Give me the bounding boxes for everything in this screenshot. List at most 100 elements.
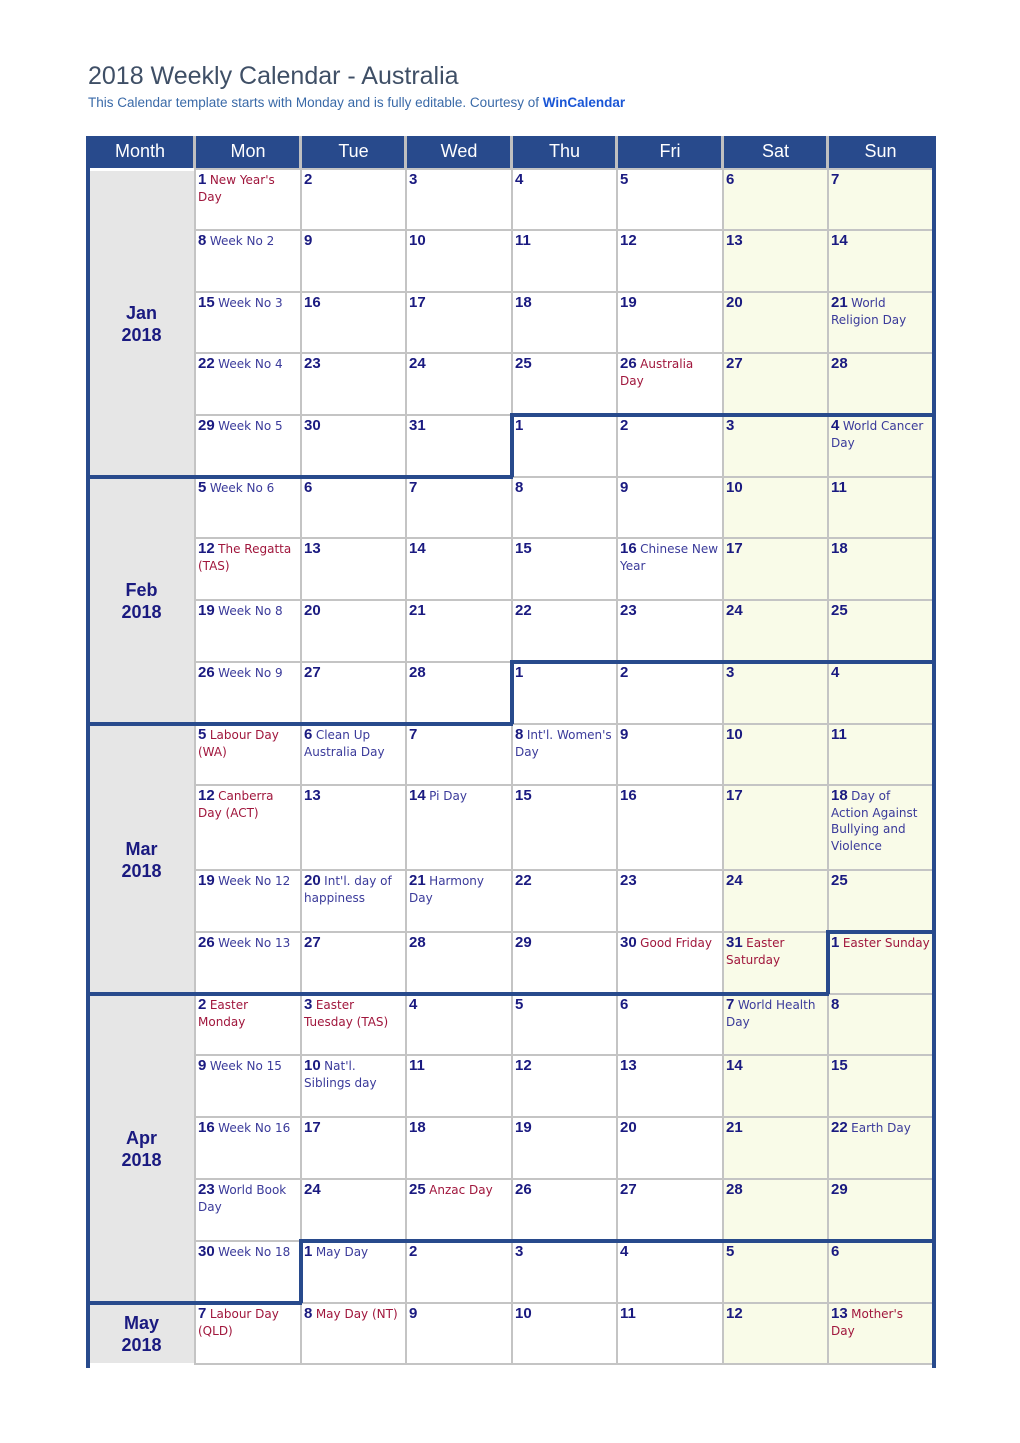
day-cell-fri[interactable]: 26 Australia Day [616, 352, 724, 416]
day-cell-sun[interactable]: 25 [827, 599, 934, 663]
day-cell-mon[interactable]: 19 Week No 8 [194, 599, 302, 663]
day-cell-tue[interactable]: 8 May Day (NT) [300, 1302, 407, 1365]
day-cell-tue[interactable]: 16 [300, 291, 407, 354]
day-cell-thu[interactable]: 26 [511, 1178, 618, 1242]
day-cell-tue[interactable]: 9 [300, 229, 407, 293]
day-cell-sat[interactable]: 10 [722, 476, 829, 539]
day-cell-fri[interactable]: 5 [616, 168, 724, 231]
day-cell-tue[interactable]: 6 Clean Up Australia Day [300, 723, 407, 786]
day-cell-fri[interactable]: 16 [616, 784, 724, 871]
day-cell-tue[interactable]: 27 [300, 931, 407, 995]
day-cell-sat[interactable]: 7 World Health Day [722, 993, 829, 1056]
day-cell-sat[interactable]: 27 [722, 352, 829, 416]
day-cell-thu[interactable]: 8 Int'l. Women's Day [511, 723, 618, 786]
day-cell-sat[interactable]: 10 [722, 723, 829, 786]
day-cell-thu[interactable]: 1 [511, 661, 618, 725]
day-cell-thu[interactable]: 25 [511, 352, 618, 416]
day-cell-mon[interactable]: 23 World Book Day [194, 1178, 302, 1242]
day-cell-fri[interactable]: 27 [616, 1178, 724, 1242]
day-cell-mon[interactable]: 9 Week No 15 [194, 1054, 302, 1118]
day-cell-sun[interactable]: 11 [827, 476, 934, 539]
day-cell-sat[interactable]: 31 Easter Saturday [722, 931, 829, 995]
day-cell-sat[interactable]: 3 [722, 414, 829, 478]
day-cell-sun[interactable]: 1 Easter Sunday [827, 931, 934, 995]
day-cell-wed[interactable]: 17 [405, 291, 513, 354]
day-cell-sat[interactable]: 3 [722, 661, 829, 725]
day-cell-sat[interactable]: 21 [722, 1116, 829, 1180]
day-cell-sun[interactable]: 18 Day of Action Against Bullying and Vi… [827, 784, 934, 871]
day-cell-tue[interactable]: 13 [300, 784, 407, 871]
day-cell-sun[interactable]: 25 [827, 869, 934, 933]
day-cell-wed[interactable]: 25 Anzac Day [405, 1178, 513, 1242]
day-cell-fri[interactable]: 2 [616, 414, 724, 478]
day-cell-wed[interactable]: 28 [405, 931, 513, 995]
day-cell-sat[interactable]: 5 [722, 1240, 829, 1304]
day-cell-sat[interactable]: 24 [722, 599, 829, 663]
day-cell-wed[interactable]: 11 [405, 1054, 513, 1118]
day-cell-sat[interactable]: 12 [722, 1302, 829, 1365]
day-cell-wed[interactable]: 4 [405, 993, 513, 1056]
day-cell-sat[interactable]: 28 [722, 1178, 829, 1242]
day-cell-sat[interactable]: 24 [722, 869, 829, 933]
day-cell-sun[interactable]: 14 [827, 229, 934, 293]
day-cell-mon[interactable]: 8 Week No 2 [194, 229, 302, 293]
day-cell-thu[interactable]: 15 [511, 784, 618, 871]
day-cell-sun[interactable]: 28 [827, 352, 934, 416]
day-cell-wed[interactable]: 21 Harmony Day [405, 869, 513, 933]
day-cell-wed[interactable]: 9 [405, 1302, 513, 1365]
day-cell-thu[interactable]: 22 [511, 869, 618, 933]
wincalendar-link[interactable]: WinCalendar [543, 95, 625, 110]
day-cell-sat[interactable]: 17 [722, 537, 829, 601]
day-cell-fri[interactable]: 30 Good Friday [616, 931, 724, 995]
day-cell-fri[interactable]: 23 [616, 869, 724, 933]
day-cell-thu[interactable]: 15 [511, 537, 618, 601]
day-cell-sun[interactable]: 15 [827, 1054, 934, 1118]
day-cell-wed[interactable]: 10 [405, 229, 513, 293]
day-cell-mon[interactable]: 16 Week No 16 [194, 1116, 302, 1180]
day-cell-mon[interactable]: 22 Week No 4 [194, 352, 302, 416]
day-cell-tue[interactable]: 17 [300, 1116, 407, 1180]
day-cell-sun[interactable]: 7 [827, 168, 934, 231]
day-cell-sun[interactable]: 11 [827, 723, 934, 786]
day-cell-tue[interactable]: 2 [300, 168, 407, 231]
day-cell-fri[interactable]: 19 [616, 291, 724, 354]
day-cell-wed[interactable]: 18 [405, 1116, 513, 1180]
day-cell-thu[interactable]: 1 [511, 414, 618, 478]
day-cell-thu[interactable]: 19 [511, 1116, 618, 1180]
day-cell-mon[interactable]: 12 Canberra Day (ACT) [194, 784, 302, 871]
day-cell-tue[interactable]: 10 Nat'l. Siblings day [300, 1054, 407, 1118]
day-cell-sat[interactable]: 6 [722, 168, 829, 231]
day-cell-thu[interactable]: 29 [511, 931, 618, 995]
day-cell-wed[interactable]: 7 [405, 723, 513, 786]
day-cell-thu[interactable]: 12 [511, 1054, 618, 1118]
day-cell-tue[interactable]: 20 [300, 599, 407, 663]
day-cell-tue[interactable]: 30 [300, 414, 407, 478]
day-cell-sun[interactable]: 4 World Cancer Day [827, 414, 934, 478]
day-cell-sat[interactable]: 20 [722, 291, 829, 354]
day-cell-sun[interactable]: 8 [827, 993, 934, 1056]
day-cell-fri[interactable]: 4 [616, 1240, 724, 1304]
day-cell-wed[interactable]: 3 [405, 168, 513, 231]
day-cell-wed[interactable]: 28 [405, 661, 513, 725]
day-cell-thu[interactable]: 5 [511, 993, 618, 1056]
day-cell-mon[interactable]: 5 Week No 6 [194, 476, 302, 539]
day-cell-tue[interactable]: 23 [300, 352, 407, 416]
day-cell-tue[interactable]: 3 Easter Tuesday (TAS) [300, 993, 407, 1056]
day-cell-wed[interactable]: 21 [405, 599, 513, 663]
day-cell-mon[interactable]: 26 Week No 13 [194, 931, 302, 995]
day-cell-thu[interactable]: 22 [511, 599, 618, 663]
day-cell-mon[interactable]: 26 Week No 9 [194, 661, 302, 725]
day-cell-wed[interactable]: 24 [405, 352, 513, 416]
day-cell-tue[interactable]: 13 [300, 537, 407, 601]
day-cell-tue[interactable]: 27 [300, 661, 407, 725]
day-cell-fri[interactable]: 20 [616, 1116, 724, 1180]
day-cell-sun[interactable]: 6 [827, 1240, 934, 1304]
day-cell-wed[interactable]: 14 [405, 537, 513, 601]
day-cell-mon[interactable]: 15 Week No 3 [194, 291, 302, 354]
day-cell-sat[interactable]: 14 [722, 1054, 829, 1118]
day-cell-mon[interactable]: 5 Labour Day (WA) [194, 723, 302, 786]
day-cell-mon[interactable]: 2 Easter Monday [194, 993, 302, 1056]
day-cell-thu[interactable]: 4 [511, 168, 618, 231]
day-cell-thu[interactable]: 10 [511, 1302, 618, 1365]
day-cell-wed[interactable]: 14 Pi Day [405, 784, 513, 871]
